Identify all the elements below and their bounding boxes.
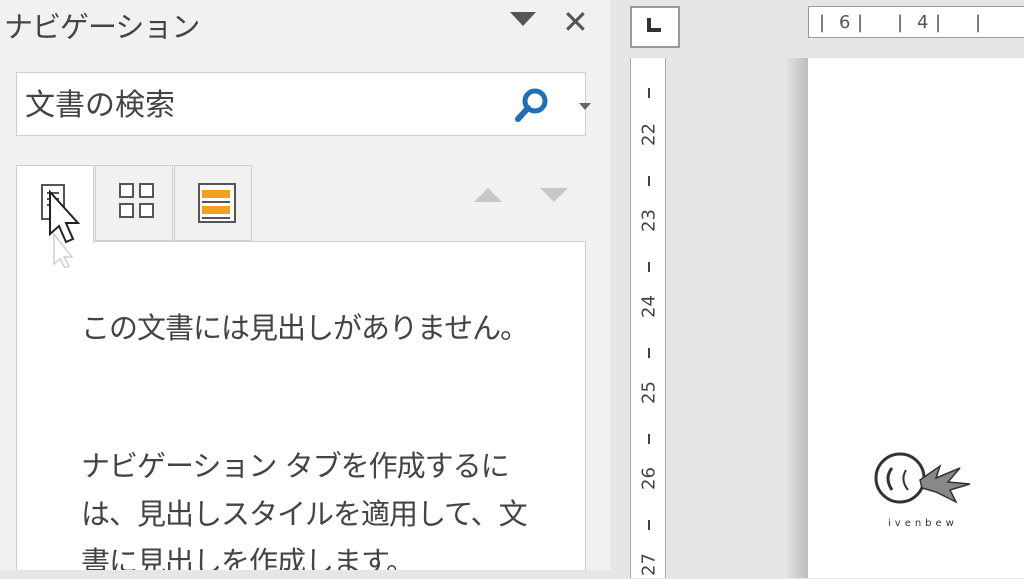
ruler-label: 23 (638, 209, 660, 232)
ruler-label: 26 (638, 467, 660, 490)
mouse-cursor-icon (49, 189, 81, 268)
search-input[interactable] (23, 81, 487, 129)
next-heading-arrow-icon[interactable] (540, 188, 568, 202)
search-icon[interactable] (513, 87, 551, 125)
ruler-label: 24 (638, 295, 660, 318)
search-options-chevron-icon[interactable] (579, 103, 591, 110)
watermark-logo (874, 452, 971, 504)
ruler-label: 6 (839, 12, 851, 33)
left-tab-icon (647, 18, 661, 32)
tab-pages[interactable] (95, 165, 173, 241)
page-thumbnails-icon (119, 183, 154, 218)
headings-content-panel: この文書には見出しがありません。 ナビゲーション タブを作成するには、見出しスタ… (16, 241, 586, 570)
headings-help-message: ナビゲーション タブを作成するには、見出しスタイルを適用して、文書に見出しを作成… (81, 449, 528, 570)
ruler-label: 25 (638, 381, 660, 404)
ruler-label: 22 (638, 123, 660, 146)
close-icon[interactable]: ✕ (562, 2, 589, 42)
pane-title: ナビゲーション (4, 10, 200, 44)
page-shadow (784, 58, 808, 578)
vertical-ruler[interactable]: 22 23 24 25 26 27 (630, 58, 666, 578)
ruler-label: 4 (917, 12, 929, 33)
tab-results[interactable] (174, 165, 252, 241)
pane-options-icon[interactable] (510, 12, 536, 26)
search-box[interactable] (16, 72, 591, 136)
ruler-label: 27 (638, 553, 660, 576)
watermark-text: ivenbew (888, 518, 958, 529)
tab-selector-button[interactable] (630, 6, 680, 48)
search-results-icon (198, 183, 236, 223)
previous-heading-arrow-icon[interactable] (474, 188, 502, 202)
navigation-pane: ナビゲーション ✕ 文書の検索 この文書には見出しがありません。 ナビゲーション… (0, 0, 610, 570)
horizontal-ruler[interactable]: | 6 | | 4 | | (808, 6, 1024, 38)
no-headings-message: この文書には見出しがありません。 (81, 311, 529, 345)
